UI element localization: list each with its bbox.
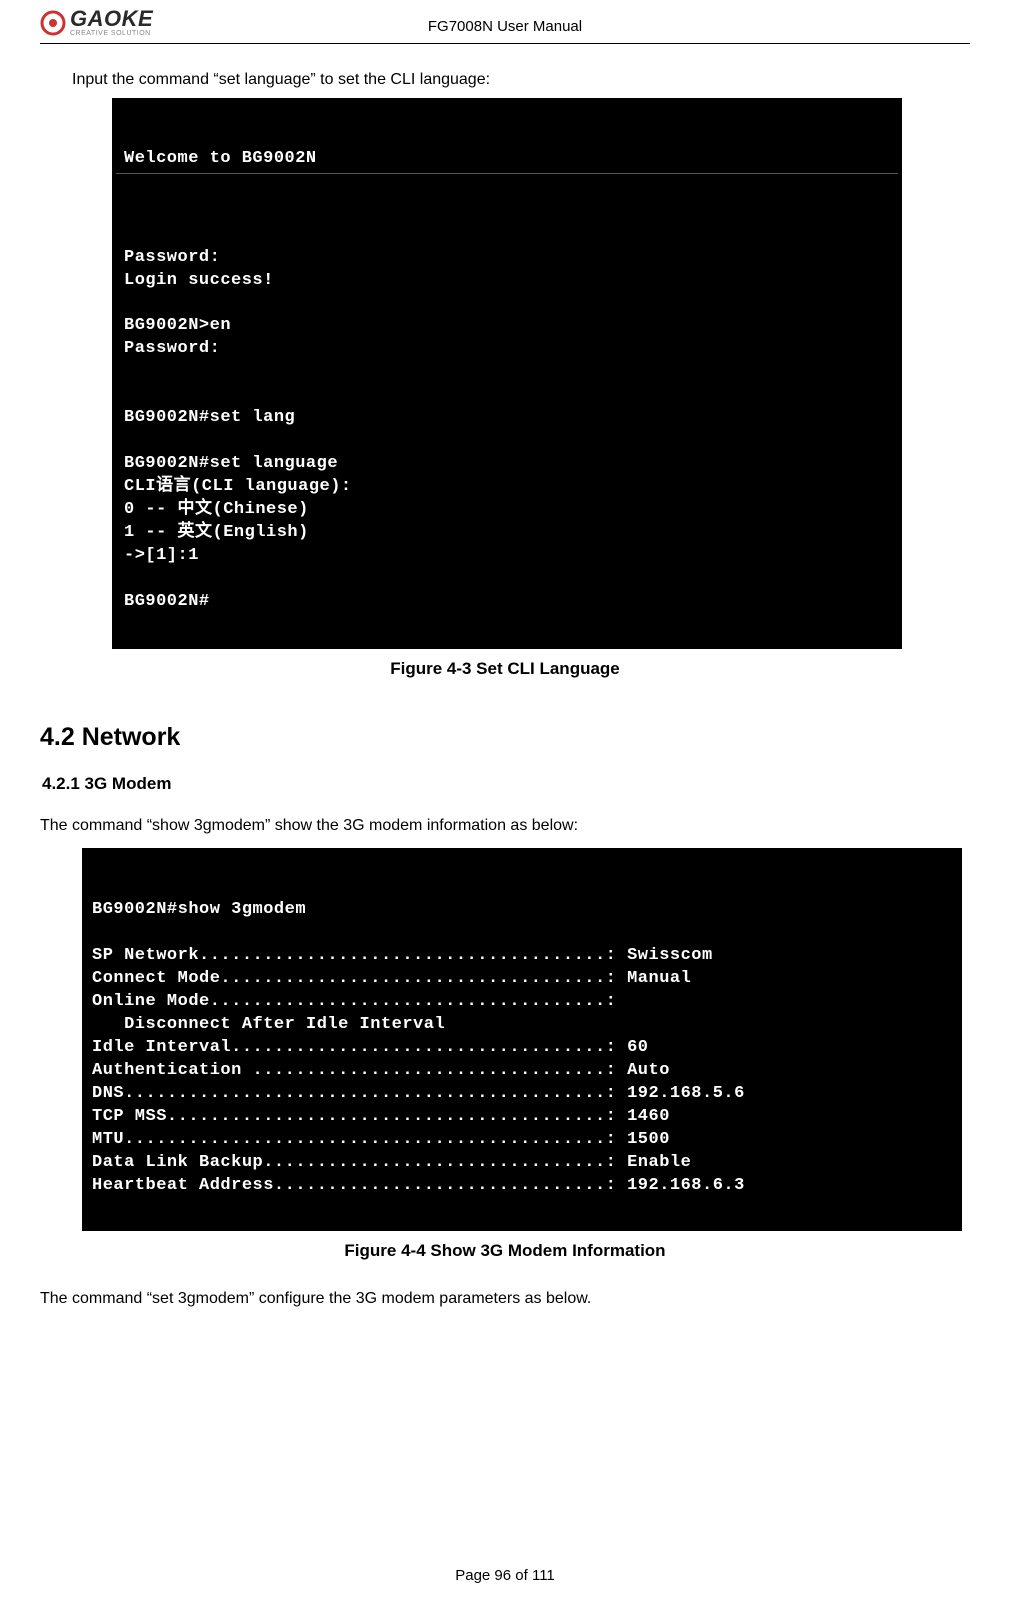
figure-caption-4-3: Figure 4-3 Set CLI Language <box>40 659 970 679</box>
terminal-title-bar: Welcome to BG9002N <box>116 148 898 174</box>
terminal-title-text: Welcome to BG9002N <box>124 149 317 168</box>
document-title: FG7008N User Manual <box>0 18 1010 35</box>
page-header: GAOKE CREATIVE SOLUTION FG7008N User Man… <box>40 0 970 41</box>
post-paragraph: The command “set 3gmodem” configure the … <box>40 1287 970 1311</box>
terminal-body: Password: Login success! BG9002N>en Pass… <box>124 224 890 614</box>
network-intro-paragraph: The command “show 3gmodem” show the 3G m… <box>40 814 970 838</box>
heading-3g-modem: 4.2.1 3G Modem <box>42 774 970 794</box>
intro-paragraph: Input the command “set language” to set … <box>40 68 970 92</box>
terminal-body: BG9002N#show 3gmodem SP Network.........… <box>92 899 952 1197</box>
terminal-screenshot-show-3gmodem: BG9002N#show 3gmodem SP Network.........… <box>82 848 962 1231</box>
page-footer: Page 96 of 111 <box>0 1567 1010 1584</box>
heading-network: 4.2 Network <box>40 723 970 752</box>
terminal-screenshot-set-language: Welcome to BG9002N Password: Login succe… <box>112 98 902 649</box>
figure-caption-4-4: Figure 4-4 Show 3G Modem Information <box>40 1241 970 1261</box>
header-rule <box>40 43 970 44</box>
